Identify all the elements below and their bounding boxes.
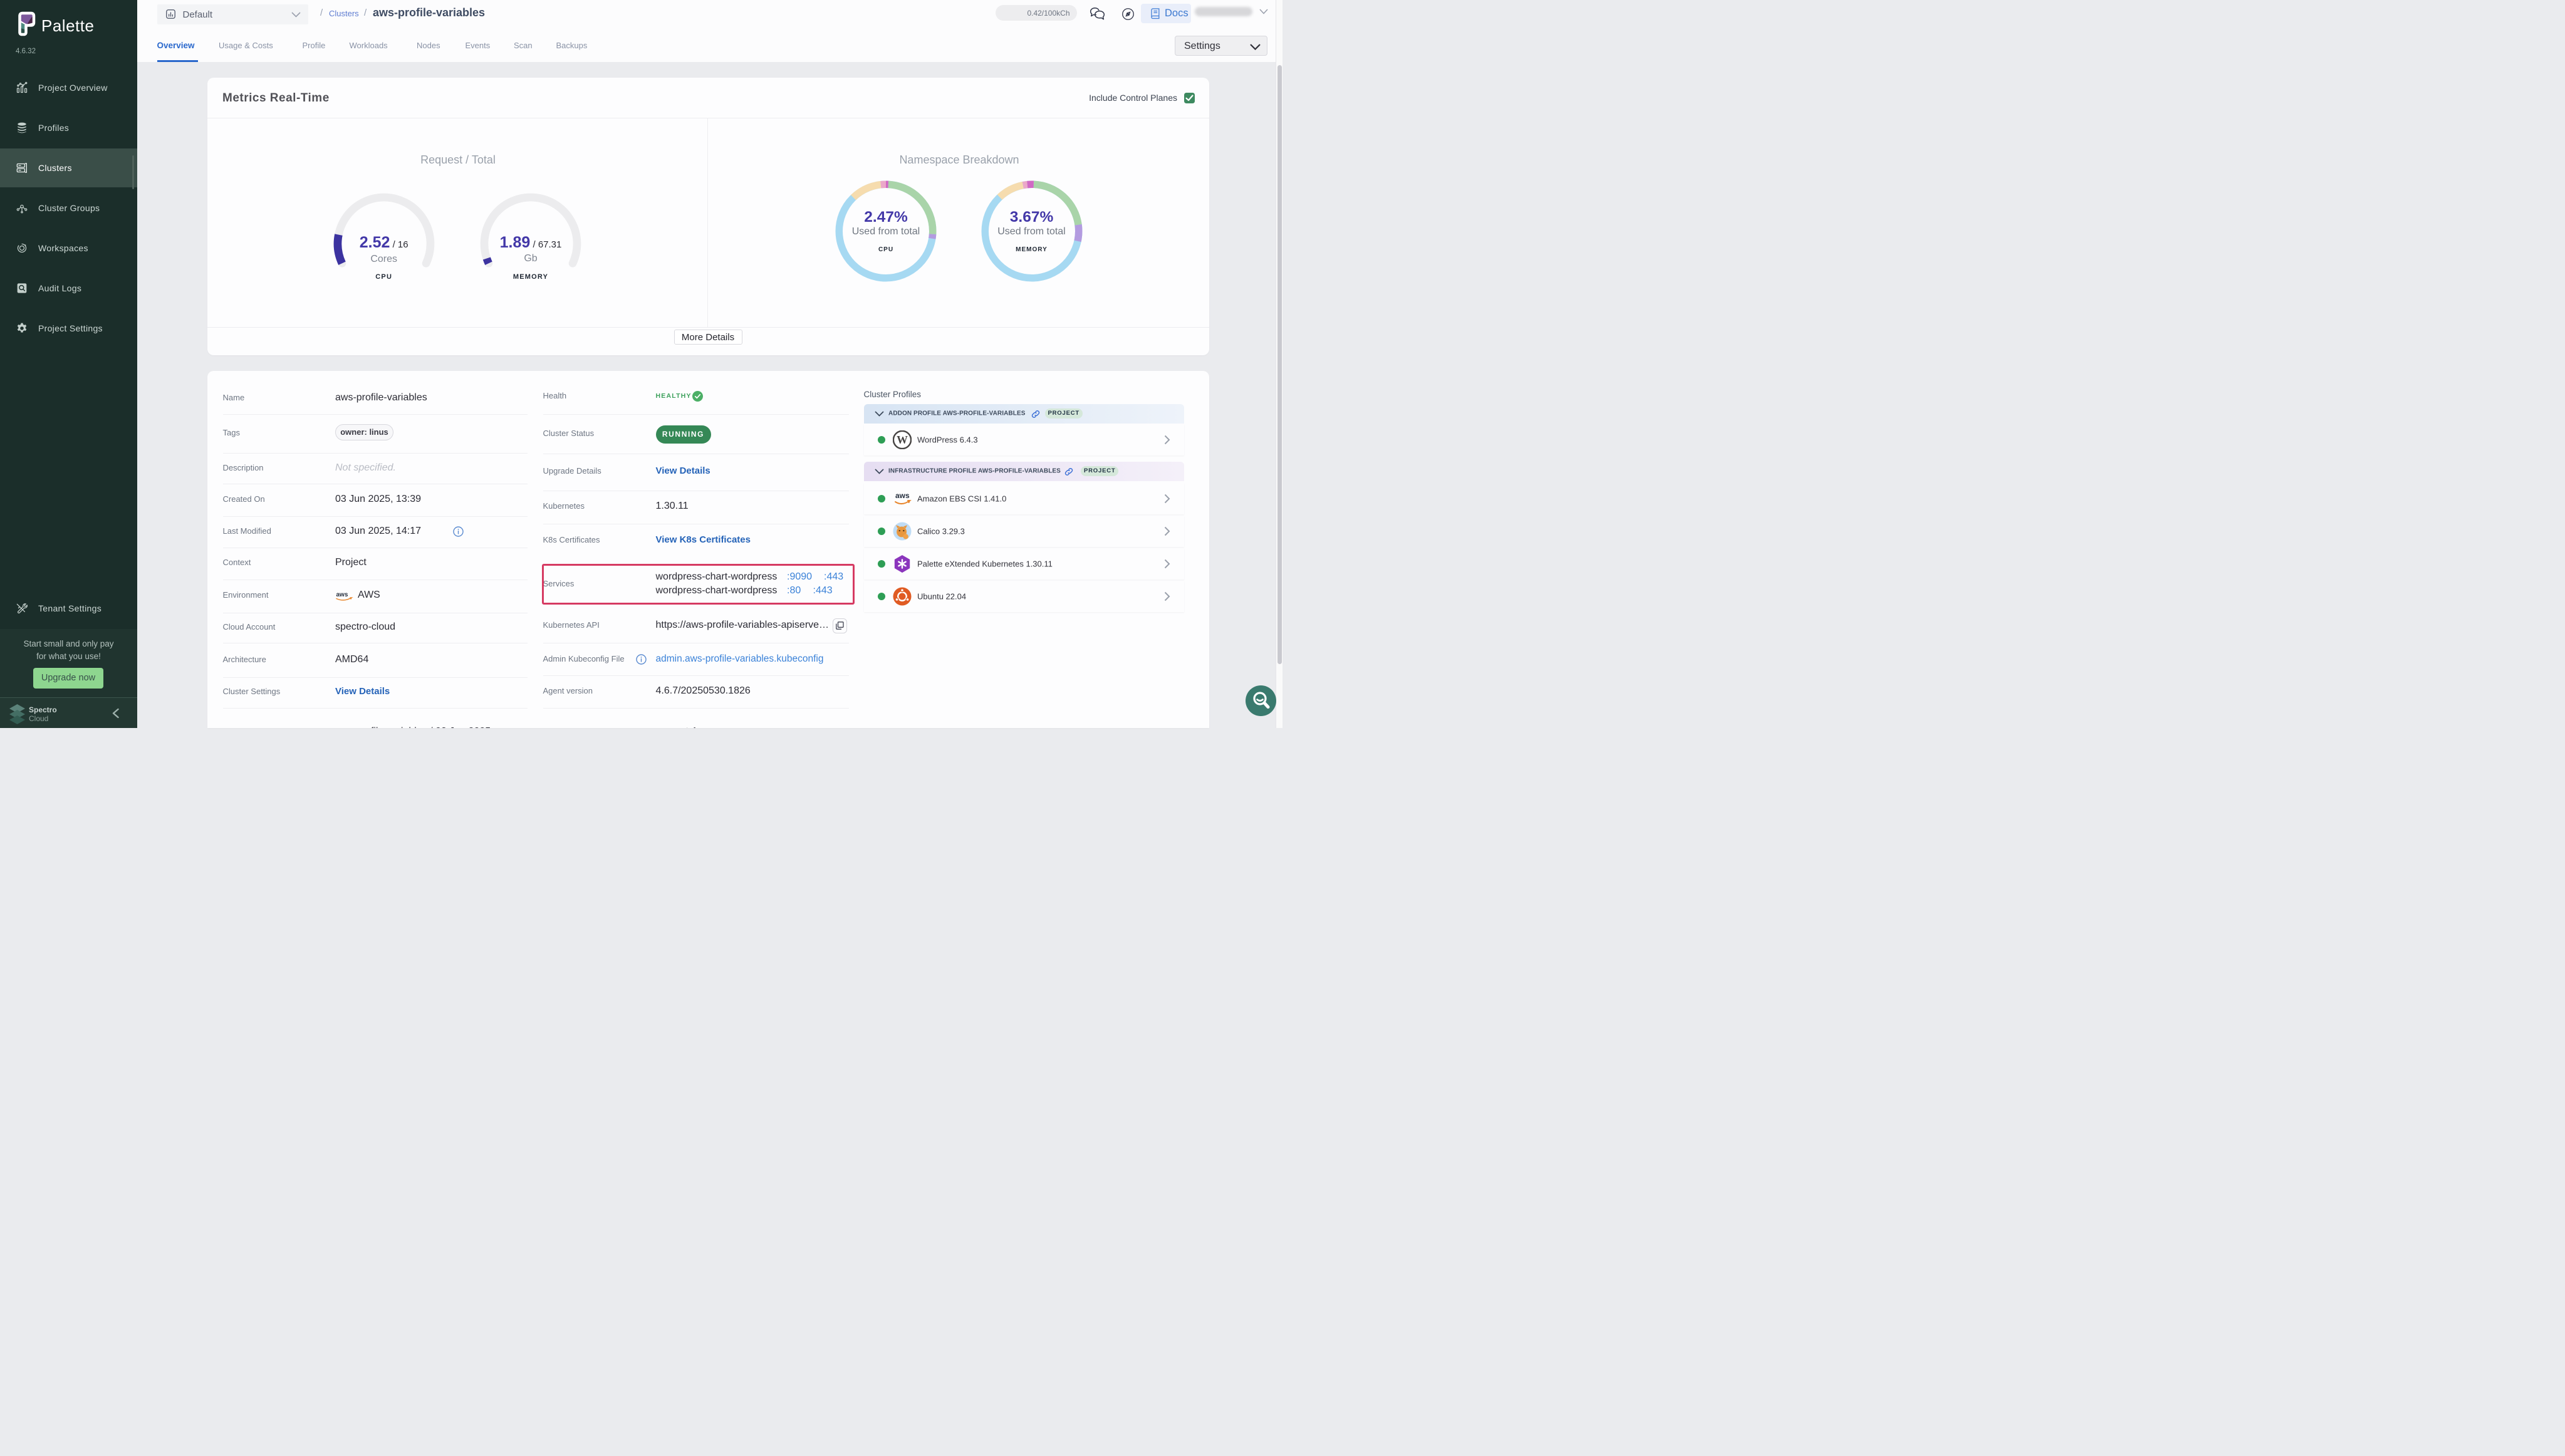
svg-text:aws: aws: [336, 591, 348, 598]
svg-text:aws: aws: [895, 491, 910, 500]
svg-text:W: W: [897, 434, 908, 446]
